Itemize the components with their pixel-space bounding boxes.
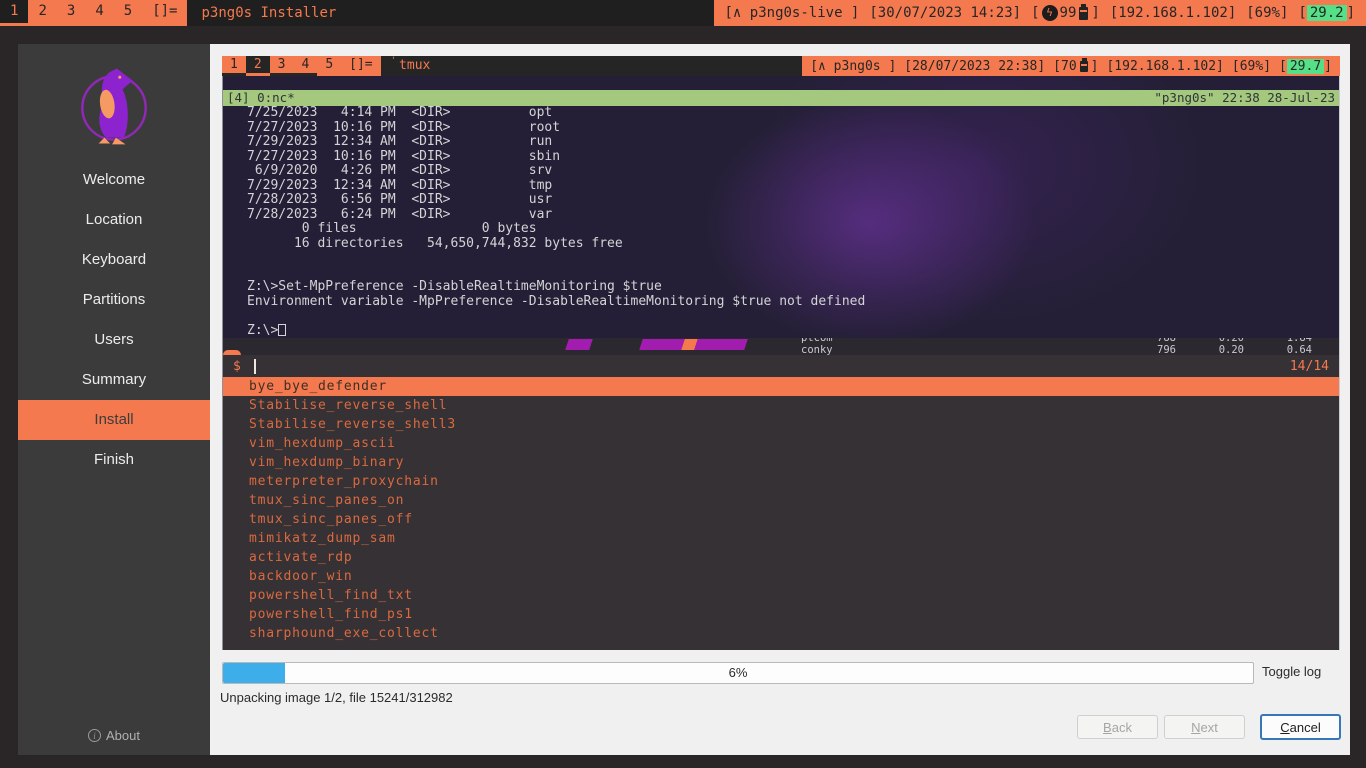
fuzzy-finder: $ 14/14 bye_bye_defender Stabilise_rever… [222, 355, 1340, 650]
installer-window: Welcome Location Keyboard Partitions Use… [18, 44, 1350, 755]
fzf-item[interactable]: tmux_sinc_panes_on [223, 491, 1339, 510]
fzf-match-counter: 14/14 [1290, 359, 1329, 374]
terminal-screen: [4] 0:nc* "p3ng0s" 22:38 28-Jul-23 7/25/… [222, 76, 1340, 338]
inner-temperature-value: 29.7 [1287, 59, 1324, 74]
pane-title-right: "p3ng0s" 22:38 28-Jul-23 [1154, 90, 1335, 106]
tmux-window-tab-1[interactable]: 1 [0, 0, 28, 26]
fzf-item-selected[interactable]: bye_bye_defender [223, 377, 1339, 396]
fzf-item[interactable]: activate_rdp [223, 548, 1339, 567]
inner-battery-percent: 70 [1061, 59, 1077, 74]
tmux-inner-statusbar: 1 2 3 4 5 []= ' tmux [∧ p3ng0s ] [28/07/… [222, 56, 1340, 76]
fzf-prompt-row[interactable]: $ 14/14 [223, 355, 1339, 377]
cpu-bar [565, 339, 593, 350]
inner-temperature-segment: [ 29.7 ] [1279, 59, 1332, 74]
back-button[interactable]: Back [1077, 715, 1158, 739]
step-partitions[interactable]: Partitions [18, 280, 210, 320]
datetime-segment: [30/07/2023 14:23] [869, 5, 1021, 21]
temperature-value: 29.2 [1307, 5, 1347, 21]
tmux-window-tab-4[interactable]: 4 [85, 0, 113, 26]
tmux-window-tab-5[interactable]: 5 [114, 0, 142, 26]
wizard-buttons: Back Next Cancel [1077, 714, 1341, 740]
inner-battery-segment: [ 70 ] [1053, 59, 1098, 74]
fzf-item[interactable]: Stabilise_reverse_shell3 [223, 415, 1339, 434]
cpu-segment: [69%] [1246, 5, 1288, 21]
tmux-window-tab-2[interactable]: 2 [28, 0, 56, 26]
fzf-item[interactable]: mimikatz_dump_sam [223, 529, 1339, 548]
inner-ip-segment: [192.168.1.102] [1106, 59, 1223, 74]
hostname-segment: [∧ p3ng0s-live ] [725, 5, 860, 21]
step-welcome[interactable]: Welcome [18, 160, 210, 200]
inner-window-tab-6[interactable]: []= [341, 56, 380, 76]
fzf-item[interactable]: sharphound_exe_collect [223, 624, 1339, 643]
install-page: 1 2 3 4 5 []= ' tmux [∧ p3ng0s ] [28/07/… [210, 44, 1350, 755]
step-finish[interactable]: Finish [18, 440, 210, 480]
inner-status-right: [∧ p3ng0s ] [28/07/2023 22:38] [ 70 ] [1… [802, 56, 1340, 76]
inner-cpu-segment: [69%] [1232, 59, 1271, 74]
fzf-item[interactable]: vim_hexdump_ascii [223, 434, 1339, 453]
cpu-bar [694, 339, 748, 350]
cpu-bar [639, 339, 685, 350]
tmux-status-right: [∧ p3ng0s-live ] [30/07/2023 14:23] [ ϟ … [714, 0, 1366, 26]
inner-battery-icon [1080, 61, 1088, 72]
tmux-outer-statusbar: 1 2 3 4 5 []= p3ng0s Installer [∧ p3ng0s… [0, 0, 1366, 26]
penguin-logo [18, 44, 210, 148]
inner-window-tab-5[interactable]: 5 [317, 56, 341, 76]
fzf-item[interactable]: backdoor_win [223, 567, 1339, 586]
progress-percent-label: 6% [223, 663, 1253, 683]
step-summary[interactable]: Summary [18, 360, 210, 400]
inner-datetime-segment: [28/07/2023 22:38] [904, 59, 1045, 74]
next-button[interactable]: Next [1164, 715, 1245, 739]
step-location[interactable]: Location [18, 200, 210, 240]
step-keyboard[interactable]: Keyboard [18, 240, 210, 280]
about-button[interactable]: i About [18, 728, 210, 743]
temperature-segment: [ 29.2 ] [1298, 5, 1355, 21]
installer-steps-nav: Welcome Location Keyboard Partitions Use… [18, 160, 210, 480]
toggle-log-button[interactable]: Toggle log [1262, 664, 1321, 679]
battery-segment: [ ϟ 99 ] [1031, 5, 1100, 21]
step-users[interactable]: Users [18, 320, 210, 360]
tmux-window-list: 2 3 4 5 []= [28, 0, 187, 26]
info-icon: i [88, 729, 101, 742]
battery-icon [1079, 7, 1088, 20]
fzf-cursor [254, 359, 256, 374]
inner-window-tab-3[interactable]: 3 [270, 56, 294, 76]
tmux-window-tab-3[interactable]: 3 [57, 0, 85, 26]
accent-corner [223, 350, 241, 355]
inner-session-title: tmux [399, 56, 430, 76]
battery-percent: 99 [1060, 5, 1077, 21]
fzf-prompt-symbol: $ [233, 359, 242, 374]
fzf-item[interactable]: tmux_sinc_panes_off [223, 510, 1339, 529]
inner-window-tab-2[interactable]: 2 [246, 56, 270, 76]
status-text: Unpacking image 1/2, file 15241/312982 [220, 690, 453, 705]
tmux-window-tab-6[interactable]: []= [142, 0, 187, 26]
process-list: ptcom 788 0.20 1.84 conky 796 0.20 0.64 [801, 338, 1312, 355]
cancel-button[interactable]: Cancel [1260, 714, 1341, 740]
tmux-pane-titlebar: [4] 0:nc* "p3ng0s" 22:38 28-Jul-23 [223, 90, 1339, 106]
inner-window-tab-4[interactable]: 4 [293, 56, 317, 76]
fzf-item[interactable]: powershell_find_ps1 [223, 605, 1339, 624]
process-row: conky 796 0.20 0.64 [801, 344, 1312, 355]
terminal-cursor [278, 324, 286, 336]
terminal-panel: 1 2 3 4 5 []= ' tmux [∧ p3ng0s ] [28/07/… [222, 56, 1340, 650]
installer-sidebar: Welcome Location Keyboard Partitions Use… [18, 44, 210, 755]
session-title: p3ng0s Installer [201, 0, 336, 26]
pane-title-left: [4] 0:nc* [227, 90, 295, 106]
fzf-item[interactable]: powershell_find_txt [223, 586, 1339, 605]
inner-hostname-segment: [∧ p3ng0s ] [810, 59, 896, 74]
pane-marker: ' [391, 56, 396, 76]
fzf-item[interactable]: vim_hexdump_binary [223, 453, 1339, 472]
charging-bolt-icon: ϟ [1042, 5, 1058, 21]
ip-segment: [192.168.1.102] [1110, 5, 1236, 21]
terminal-prompt-line[interactable]: Z:\> [247, 324, 1339, 339]
terminal-output: 7/25/2023 4:14 PM <DIR> opt 7/27/2023 10… [223, 106, 1339, 338]
step-install[interactable]: Install [18, 400, 210, 440]
inner-window-list: 1 2 3 4 5 []= [222, 56, 381, 76]
system-monitor-strip: ptcom 788 0.20 1.84 conky 796 0.20 0.64 [222, 338, 1340, 355]
fzf-item[interactable]: Stabilise_reverse_shell [223, 396, 1339, 415]
fzf-item[interactable]: meterpreter_proxychain [223, 472, 1339, 491]
about-label: About [106, 728, 140, 743]
inner-window-tab-1[interactable]: 1 [222, 56, 246, 76]
progress-bar: 6% [222, 662, 1254, 684]
